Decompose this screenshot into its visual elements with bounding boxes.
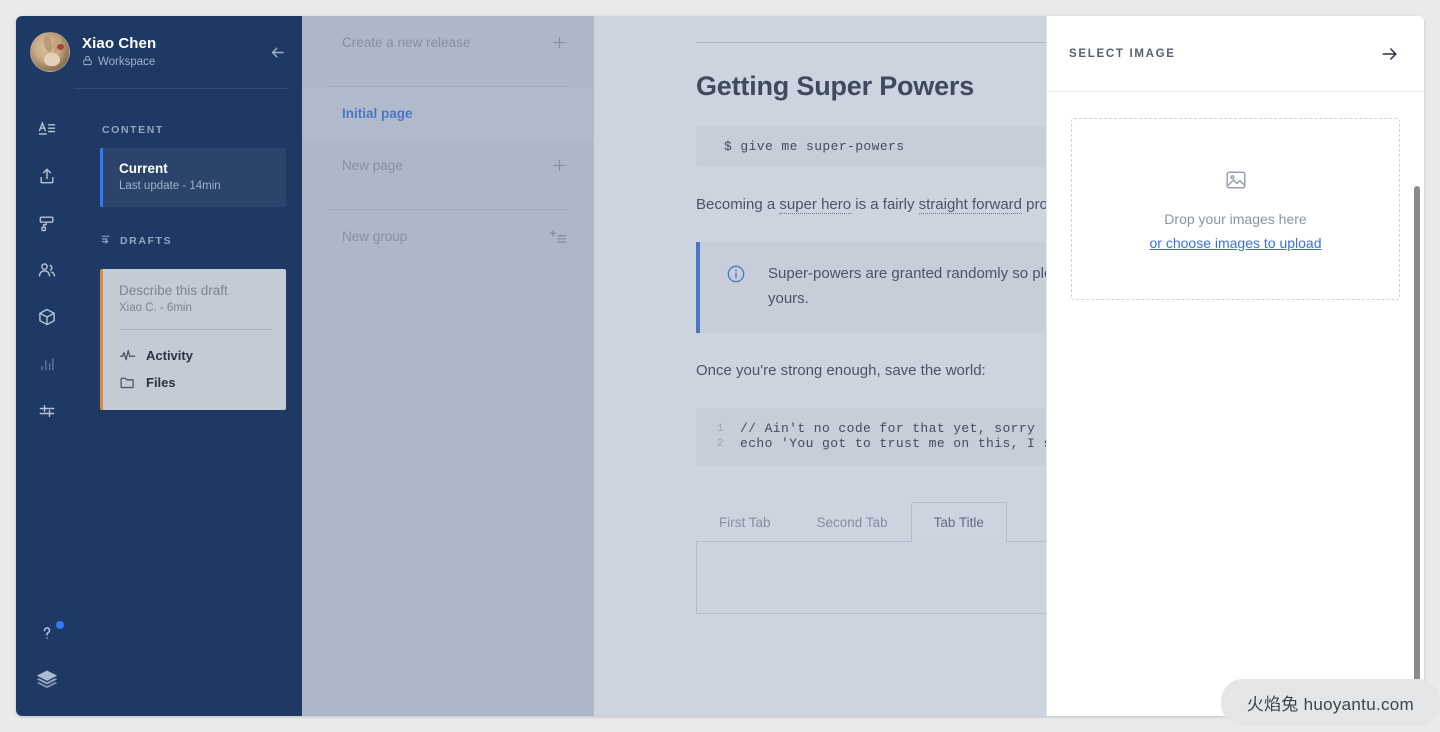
- current-subtitle: Last update - 14min: [119, 180, 221, 192]
- draft-link-activity-label: Activity: [146, 348, 193, 363]
- sidebar-content: CONTENT Current Last update - 14min DRAF…: [78, 116, 302, 410]
- info-circle-icon: [726, 264, 746, 311]
- current-title: Current: [119, 161, 168, 176]
- nav-item-new-group-label: New group: [342, 228, 408, 244]
- user-name: Xiao Chen: [82, 35, 157, 52]
- icon-rail: [16, 108, 78, 437]
- upload-icon: [37, 166, 57, 191]
- watermark: 火焰兔 huoyantu.com: [1220, 679, 1440, 726]
- draft-link-files[interactable]: Files: [119, 369, 272, 396]
- rail-item-help[interactable]: [16, 612, 78, 659]
- tab-tab-title[interactable]: Tab Title: [910, 502, 1007, 543]
- intro-mid: is a fairly: [851, 196, 919, 213]
- lock-icon: [82, 55, 93, 69]
- nav-panel: Create a new release Initial page New pa…: [302, 16, 594, 716]
- draft-title: Describe this draft: [119, 283, 228, 298]
- workspace-row: Workspace: [82, 55, 266, 69]
- intro-prefix: Becoming a: [696, 196, 780, 213]
- content-section-label: CONTENT: [102, 124, 164, 136]
- drafts-section-label-row: DRAFTS: [78, 225, 302, 255]
- dropzone-text: Drop your images here: [1164, 210, 1307, 227]
- code-line-number: 2: [716, 438, 724, 451]
- people-icon: [37, 260, 57, 285]
- paint-roller-icon: [37, 213, 57, 238]
- draft-separator: [119, 329, 272, 330]
- rail-item-people[interactable]: [16, 249, 78, 296]
- workspace-header: Xiao Chen Workspace: [16, 16, 302, 72]
- create-release-row[interactable]: Create a new release: [302, 16, 594, 68]
- plus-icon[interactable]: [551, 157, 568, 174]
- icon-rail-bottom: [16, 612, 78, 706]
- image-dropzone[interactable]: Drop your images here or choose images t…: [1071, 118, 1400, 300]
- box-icon: [37, 307, 57, 332]
- notification-dot: [56, 621, 64, 629]
- add-list-icon[interactable]: [549, 227, 568, 246]
- sliders-icon: [37, 401, 57, 426]
- rail-item-box[interactable]: [16, 296, 78, 343]
- choose-images-link[interactable]: or choose images to upload: [1150, 235, 1322, 251]
- tab-second-tab[interactable]: Second Tab: [794, 502, 911, 542]
- rail-item-bar-chart[interactable]: [16, 343, 78, 390]
- nav-item-new-group[interactable]: New group: [302, 210, 594, 262]
- sidebar-collapse-button[interactable]: [266, 41, 288, 63]
- select-image-title: SELECT IMAGE: [1069, 47, 1176, 60]
- workspace-label: Workspace: [98, 56, 156, 68]
- nav-item-initial-page[interactable]: Initial page: [302, 87, 594, 139]
- link-super-hero[interactable]: super hero: [779, 196, 852, 214]
- draft-card[interactable]: Describe this draft Xiao C. - 6min Activ…: [100, 269, 286, 410]
- activity-pulse-icon: [119, 347, 136, 364]
- rail-item-sliders[interactable]: [16, 390, 78, 437]
- select-image-panel: SELECT IMAGE Drop your images here or ch…: [1046, 16, 1424, 716]
- rail-item-paint-roller[interactable]: [16, 202, 78, 249]
- draft-link-activity[interactable]: Activity: [119, 342, 272, 369]
- code-line-number: 1: [716, 423, 724, 436]
- draft-link-files-label: Files: [146, 375, 176, 390]
- create-release-label: Create a new release: [342, 34, 471, 50]
- left-sidebar: Xiao Chen Workspace CONTENT Current Last…: [16, 16, 302, 716]
- nav-item-initial-page-label: Initial page: [342, 105, 413, 121]
- arrow-right-icon[interactable]: [1380, 44, 1400, 64]
- text-format-icon: [37, 119, 57, 144]
- folder-icon: [119, 374, 136, 391]
- plus-icon[interactable]: [551, 34, 568, 51]
- app-window: Xiao Chen Workspace CONTENT Current Last…: [16, 16, 1424, 716]
- help-question-icon: [37, 623, 57, 648]
- code-line-text: // Ain't no code for that yet, sorry: [740, 421, 1036, 437]
- rail-item-upload[interactable]: [16, 155, 78, 202]
- avatar[interactable]: [30, 32, 70, 72]
- rail-item-layers[interactable]: [16, 659, 78, 706]
- link-straight-forward[interactable]: straight forward: [918, 196, 1022, 214]
- nav-item-new-page[interactable]: New page: [302, 139, 594, 191]
- sidebar-divider: [74, 88, 288, 89]
- user-identity: Xiao Chen Workspace: [82, 35, 266, 69]
- panel-scrollbar[interactable]: [1414, 186, 1420, 686]
- nav-item-new-page-label: New page: [342, 157, 403, 173]
- image-placeholder-icon: [1224, 168, 1248, 197]
- rail-item-text-format[interactable]: [16, 108, 78, 155]
- branch-icon: [100, 233, 113, 249]
- drafts-section-label: DRAFTS: [120, 235, 173, 247]
- select-image-header: SELECT IMAGE: [1047, 16, 1424, 92]
- sidebar-item-current[interactable]: Current Last update - 14min: [100, 148, 286, 207]
- draft-subtitle: Xiao C. - 6min: [119, 302, 192, 314]
- layers-stack-icon: [34, 667, 60, 698]
- tab-first-tab[interactable]: First Tab: [696, 502, 794, 542]
- bar-chart-icon: [37, 354, 57, 379]
